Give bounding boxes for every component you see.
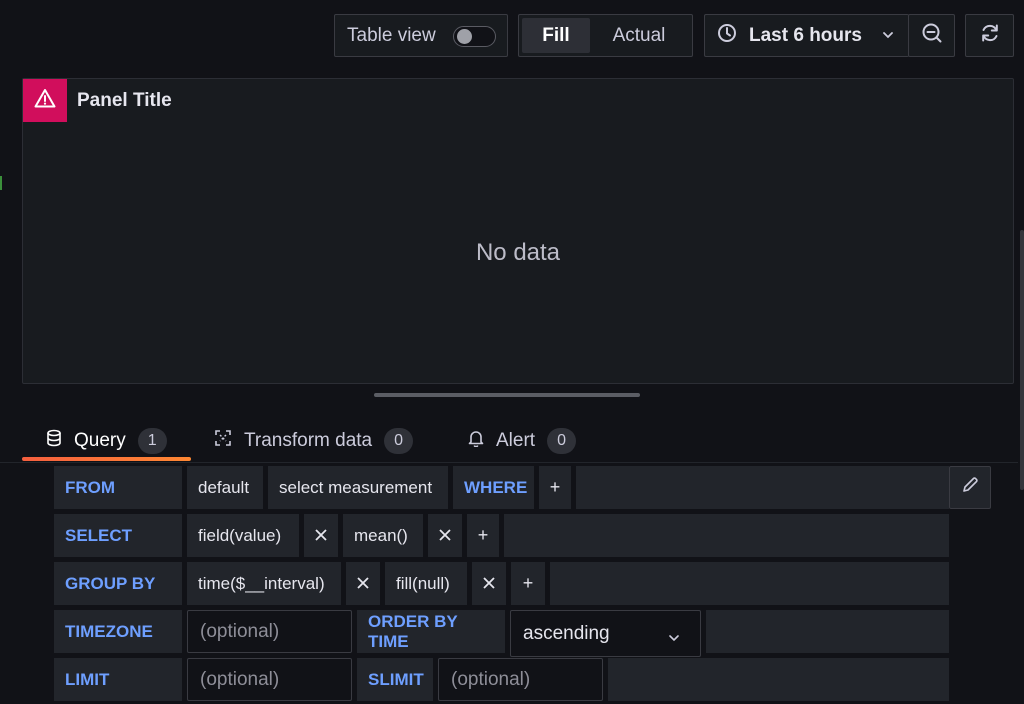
slimit-keyword: SLIMIT: [357, 658, 433, 701]
add-group-by-button[interactable]: +: [511, 562, 545, 605]
close-icon: [357, 574, 369, 594]
panel-resize-handle[interactable]: [374, 393, 640, 397]
remove-time-group-button[interactable]: [346, 562, 380, 605]
table-view-label: Table view: [347, 24, 436, 46]
bell-icon: [468, 429, 484, 453]
table-view-switch[interactable]: [453, 26, 496, 47]
tab-query-count: 1: [137, 428, 167, 454]
time-range-picker[interactable]: Last 6 hours: [704, 14, 909, 57]
no-data-message: No data: [475, 239, 561, 266]
close-icon: [439, 526, 451, 546]
add-select-part-button[interactable]: +: [467, 514, 499, 557]
toggle-raw-query-button[interactable]: [949, 466, 991, 509]
limit-keyword: LIMIT: [54, 658, 182, 701]
order-by-time-keyword: ORDER BY TIME: [357, 610, 505, 653]
fill-actual-toggle: Fill Actual: [518, 14, 693, 57]
group-by-keyword: GROUP BY: [54, 562, 182, 605]
select-row: SELECT field(value) mean() +: [0, 514, 1024, 557]
table-view-toggle[interactable]: Table view: [334, 14, 508, 57]
limit-row-filler: [608, 658, 949, 701]
limit-input[interactable]: (optional): [187, 658, 352, 701]
group-by-row-filler: [550, 562, 949, 605]
zoom-out-icon: [921, 22, 943, 49]
order-by-time-value: ascending: [523, 622, 610, 644]
timezone-row: TIMEZONE (optional) ORDER BY TIME ascend…: [0, 610, 1024, 657]
from-keyword: FROM: [54, 466, 182, 509]
from-row: FROM default select measurement WHERE +: [0, 466, 1024, 509]
tab-alert-count: 0: [547, 428, 577, 454]
tab-transform-label: Transform data: [244, 430, 373, 451]
chevron-down-icon: [668, 628, 680, 650]
remove-fill-button[interactable]: [472, 562, 506, 605]
left-edge-accent: [0, 176, 2, 190]
clock-icon: [717, 23, 737, 48]
switch-knob: [457, 29, 472, 44]
actual-option[interactable]: Actual: [590, 18, 688, 53]
time-interval-group[interactable]: time($__interval): [187, 562, 341, 605]
panel: Panel Title No data: [22, 78, 1014, 384]
time-range-label: Last 6 hours: [749, 24, 862, 46]
zoom-out-button[interactable]: [908, 14, 955, 57]
tab-transform-count: 0: [384, 428, 414, 454]
field-selector[interactable]: field(value): [187, 514, 299, 557]
close-icon: [483, 574, 495, 594]
warning-icon: [34, 88, 56, 113]
slimit-input[interactable]: (optional): [438, 658, 603, 701]
panel-toolbar: Table view Fill Actual Last 6 hours: [0, 14, 1024, 57]
from-row-filler: [576, 466, 949, 509]
order-by-time-select[interactable]: ascending: [510, 610, 701, 657]
refresh-icon: [979, 22, 1001, 49]
tab-alert[interactable]: Alert 0: [468, 420, 577, 462]
measurement-selector[interactable]: select measurement: [268, 466, 448, 509]
select-keyword: SELECT: [54, 514, 182, 557]
refresh-button[interactable]: [965, 14, 1014, 57]
aggregate-function[interactable]: mean(): [343, 514, 423, 557]
remove-function-button[interactable]: [428, 514, 462, 557]
group-by-row: GROUP BY time($__interval) fill(null) +: [0, 562, 1024, 605]
add-where-condition-button[interactable]: +: [539, 466, 571, 509]
tab-transform[interactable]: Transform data 0: [214, 420, 414, 462]
transform-icon: [214, 429, 232, 453]
pencil-icon: [961, 476, 979, 499]
where-keyword: WHERE: [453, 466, 534, 509]
database-icon: [46, 429, 62, 453]
select-row-filler: [504, 514, 949, 557]
timezone-row-filler: [706, 610, 949, 653]
timezone-input[interactable]: (optional): [187, 610, 352, 653]
tab-alert-label: Alert: [496, 430, 536, 451]
tab-query-label: Query: [74, 430, 126, 451]
tab-query[interactable]: Query 1: [46, 420, 167, 462]
fill-option-group[interactable]: fill(null): [385, 562, 467, 605]
panel-error-indicator[interactable]: [23, 79, 67, 122]
fill-option[interactable]: Fill: [522, 18, 590, 53]
chevron-down-icon: [881, 28, 895, 47]
retention-policy-selector[interactable]: default: [187, 466, 263, 509]
timezone-keyword: TIMEZONE: [54, 610, 182, 653]
panel-title[interactable]: Panel Title: [77, 90, 172, 112]
editor-tabs: Query 1 Transform data 0 Alert 0: [0, 420, 1024, 462]
active-tab-indicator: [22, 457, 191, 461]
close-icon: [315, 526, 327, 546]
remove-field-button[interactable]: [304, 514, 338, 557]
limit-row: LIMIT (optional) SLIMIT (optional): [0, 658, 1024, 701]
